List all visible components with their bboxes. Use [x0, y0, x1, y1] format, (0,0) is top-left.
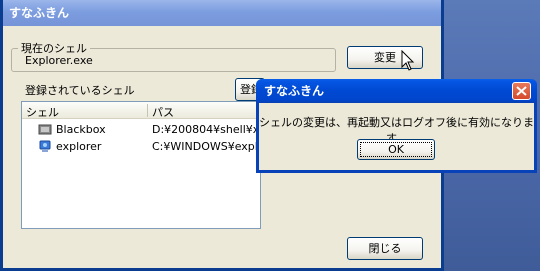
explorer-icon	[38, 139, 52, 153]
close-button[interactable]: 閉じる	[347, 237, 423, 260]
registered-shells-label: 登録されているシェル	[25, 84, 135, 97]
list-item[interactable]: Blackbox D:¥200804¥shell¥xoblite	[22, 121, 260, 138]
current-shell-value: Explorer.exe	[25, 54, 93, 67]
main-window-title[interactable]: すなふきん	[3, 0, 441, 26]
column-divider[interactable]	[147, 104, 148, 117]
list-item[interactable]: explorer C:¥WINDOWS¥explorer.exe	[22, 138, 260, 155]
list-item-name: explorer	[56, 140, 102, 153]
column-header-path[interactable]: パス	[152, 104, 174, 120]
list-item-name: Blackbox	[56, 123, 106, 136]
blackbox-icon	[38, 122, 52, 136]
list-item-path: D:¥200804¥shell¥xoblite	[152, 123, 260, 136]
shell-list[interactable]: シェル パス Blackbox D:¥200804¥shell¥xoblite	[21, 101, 261, 229]
list-header: シェル パス	[22, 102, 260, 119]
mouse-cursor-icon	[401, 49, 415, 75]
message-dialog: すなふきん シェルの変更は、再起動又はログオフ後に有効になります。 OK	[256, 79, 537, 173]
dialog-close-button[interactable]	[512, 82, 531, 100]
ok-button[interactable]: OK	[357, 139, 435, 160]
list-item-path: C:¥WINDOWS¥explorer.exe	[152, 140, 260, 153]
column-header-shell[interactable]: シェル	[26, 104, 59, 120]
close-icon	[516, 86, 527, 96]
dialog-title[interactable]: すなふきん	[256, 79, 537, 103]
